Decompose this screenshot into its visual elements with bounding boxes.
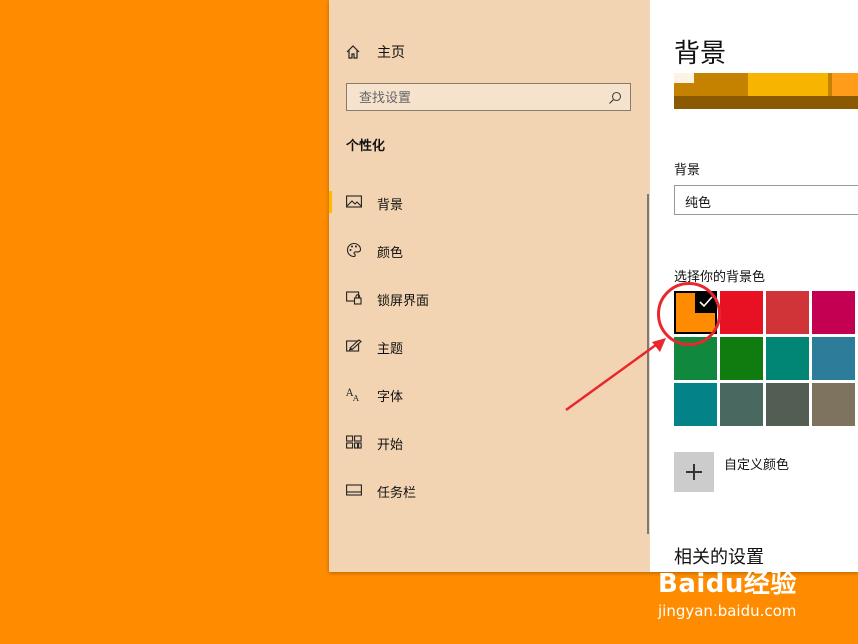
sidebar-item-background[interactable]: 背景: [329, 186, 650, 234]
start-icon: [346, 434, 362, 450]
color-swatch[interactable]: [720, 383, 763, 426]
color-swatch[interactable]: [812, 337, 855, 380]
sidebar-item-label: 锁屏界面: [377, 294, 430, 309]
sidebar-item-lock-screen[interactable]: 锁屏界面: [329, 282, 650, 330]
preview-tiles: [832, 73, 858, 96]
sidebar-item-label: 开始: [377, 438, 404, 453]
lock-screen-icon: [346, 290, 362, 306]
baidu-watermark: Baidu经验 jingyan.baidu.com: [658, 563, 828, 633]
picture-icon: [346, 194, 362, 210]
watermark-brand: Baidu经验: [658, 569, 797, 599]
sidebar: 主页 个性化 背景 颜色: [329, 0, 650, 572]
custom-color-label[interactable]: 自定义颜色: [724, 454, 789, 473]
svg-text:A: A: [352, 394, 359, 402]
page-title: 背景: [674, 39, 727, 69]
home-icon: [345, 44, 361, 60]
desktop-preview: [674, 73, 858, 109]
color-swatch[interactable]: [720, 337, 763, 380]
sidebar-item-label: 颜色: [377, 246, 404, 261]
sidebar-item-label: 背景: [377, 198, 404, 213]
add-custom-color-button[interactable]: [674, 452, 714, 492]
color-swatch[interactable]: [812, 291, 855, 334]
preview-window-tile: [674, 73, 694, 83]
color-swatch[interactable]: [812, 383, 855, 426]
search-icon[interactable]: [608, 90, 622, 104]
search-input[interactable]: [357, 87, 601, 109]
sidebar-item-label: 任务栏: [377, 486, 417, 501]
background-label: 背景: [674, 163, 701, 178]
color-swatch[interactable]: [720, 291, 763, 334]
sidebar-item-label: 主题: [377, 342, 404, 357]
color-swatch[interactable]: [674, 383, 717, 426]
preview-tiles: [748, 73, 828, 96]
color-swatch[interactable]: [766, 291, 809, 334]
preview-taskbar: [674, 96, 858, 109]
taskbar-icon: [346, 482, 362, 498]
sidebar-item-colors[interactable]: 颜色: [329, 234, 650, 282]
theme-icon: [346, 338, 362, 354]
color-swatch[interactable]: [766, 337, 809, 380]
color-swatch[interactable]: [766, 383, 809, 426]
section-title: 个性化: [346, 139, 386, 154]
watermark-url: jingyan.baidu.com: [658, 602, 797, 620]
palette-icon: [346, 242, 362, 258]
search-box[interactable]: [346, 83, 631, 111]
sidebar-item-label: 字体: [377, 390, 404, 405]
annotation-arrow: [565, 338, 666, 412]
home-link[interactable]: 主页: [345, 40, 405, 64]
font-icon: AA: [346, 386, 362, 402]
settings-window: 主页 个性化 背景 颜色: [329, 0, 858, 572]
sidebar-item-start[interactable]: 开始: [329, 426, 650, 474]
background-type-dropdown[interactable]: 纯色: [674, 185, 858, 215]
sidebar-item-taskbar[interactable]: 任务栏: [329, 474, 650, 522]
home-label: 主页: [377, 45, 405, 61]
